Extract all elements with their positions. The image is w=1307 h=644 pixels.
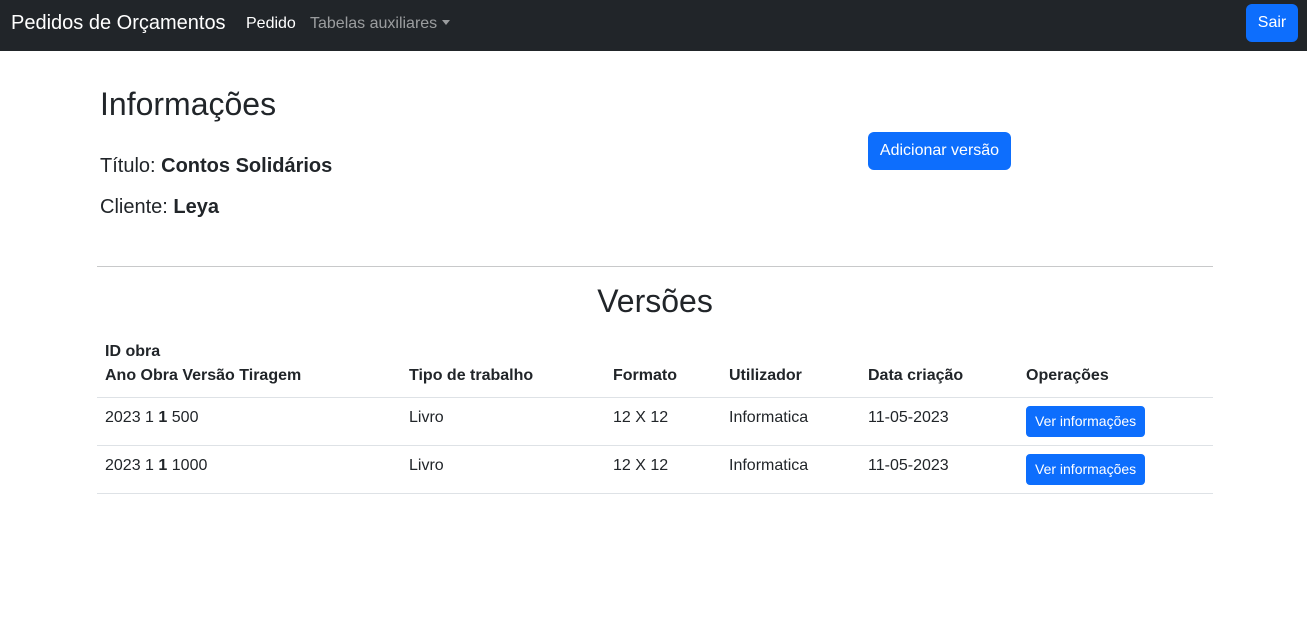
table-row: 2023 1 1 500 Livro 12 X 12 Informatica 1… xyxy=(97,397,1213,446)
cell-tiragem: 1000 xyxy=(171,457,208,474)
nav-dropdown-tabelas-auxiliares[interactable]: Tabelas auxiliares xyxy=(310,15,451,33)
caret-down-icon xyxy=(442,20,451,25)
nav-dropdown-label: Tabelas auxiliares xyxy=(310,15,438,32)
cell-tiragem: 500 xyxy=(171,409,199,426)
cell-utilizador: Informatica xyxy=(721,397,860,446)
nav-link-pedido[interactable]: Pedido xyxy=(246,15,296,33)
cell-versao: 1 xyxy=(158,457,168,474)
versions-heading: Versões xyxy=(597,283,713,319)
cell-id-obra: 2023 1 1 1000 xyxy=(97,445,401,494)
cell-data: 11-05-2023 xyxy=(860,397,1018,446)
cell-tipo: Livro xyxy=(401,445,605,494)
col-header-id-obra: ID obra Ano Obra Versão Tiragem xyxy=(97,340,401,398)
cell-tipo: Livro xyxy=(401,397,605,446)
cell-obra: 1 xyxy=(145,409,154,426)
cell-ano: 2023 xyxy=(105,409,141,426)
view-info-button[interactable]: Ver informações xyxy=(1026,406,1146,437)
table-row: 2023 1 1 1000 Livro 12 X 12 Informatica … xyxy=(97,445,1213,494)
info-heading: Informações xyxy=(100,86,277,122)
navbar-brand[interactable]: Pedidos de Orçamentos xyxy=(11,12,226,35)
cell-operacoes: Ver informações xyxy=(1018,397,1213,446)
cell-obra: 1 xyxy=(145,457,154,474)
table-header-row: ID obra Ano Obra Versão Tiragem Tipo de … xyxy=(97,340,1213,398)
logout-button[interactable]: Sair xyxy=(1246,4,1298,42)
cell-ano: 2023 xyxy=(105,457,141,474)
cliente-label: Cliente: xyxy=(100,196,168,218)
cell-versao: 1 xyxy=(158,409,168,426)
view-info-button[interactable]: Ver informações xyxy=(1026,454,1146,485)
col-header-id-line1: ID obra xyxy=(105,343,161,360)
cliente-value: Leya xyxy=(173,196,219,218)
cell-formato: 12 X 12 xyxy=(605,397,721,446)
cliente-field: Cliente: Leya xyxy=(100,196,219,219)
col-header-operacoes: Operações xyxy=(1018,340,1213,398)
top-navbar: Pedidos de Orçamentos Pedido Tabelas aux… xyxy=(0,0,1307,51)
cell-formato: 12 X 12 xyxy=(605,445,721,494)
col-header-formato: Formato xyxy=(605,340,721,398)
cell-id-obra: 2023 1 1 500 xyxy=(97,397,401,446)
col-header-utilizador: Utilizador xyxy=(721,340,860,398)
versions-table: ID obra Ano Obra Versão Tiragem Tipo de … xyxy=(97,340,1213,494)
titulo-label: Título: xyxy=(100,155,156,177)
col-header-id-line2: Ano Obra Versão Tiragem xyxy=(105,367,302,384)
col-header-data: Data criação xyxy=(860,340,1018,398)
titulo-value: Contos Solidários xyxy=(161,155,333,177)
cell-operacoes: Ver informações xyxy=(1018,445,1213,494)
col-header-tipo: Tipo de trabalho xyxy=(401,340,605,398)
section-divider xyxy=(97,266,1213,267)
add-version-button[interactable]: Adicionar versão xyxy=(868,132,1011,170)
titulo-field: Título: Contos Solidários xyxy=(100,155,332,178)
cell-data: 11-05-2023 xyxy=(860,445,1018,494)
cell-utilizador: Informatica xyxy=(721,445,860,494)
